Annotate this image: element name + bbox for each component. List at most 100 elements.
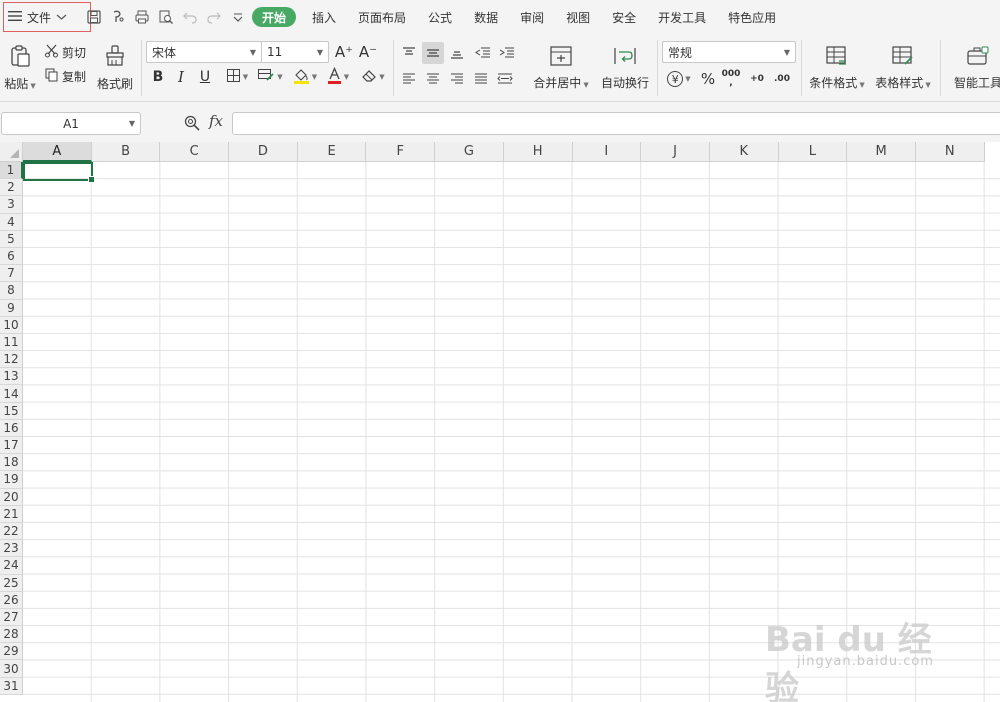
- row-header[interactable]: 16: [0, 419, 23, 437]
- row-header[interactable]: 5: [0, 230, 23, 248]
- conditional-format-button[interactable]: 条件格式 ▼: [806, 42, 868, 94]
- row-header[interactable]: 23: [0, 540, 23, 558]
- bold-button[interactable]: B: [147, 66, 169, 88]
- increase-decimal-button[interactable]: +0: [746, 68, 768, 90]
- row-header[interactable]: 17: [0, 437, 23, 455]
- row-header[interactable]: 15: [0, 402, 23, 420]
- align-top-button[interactable]: [398, 42, 420, 64]
- tab-home[interactable]: 开始: [252, 7, 297, 27]
- row-header[interactable]: 3: [0, 196, 23, 214]
- tab-review[interactable]: 审阅: [509, 0, 555, 34]
- borders-button[interactable]: ▼: [222, 66, 252, 88]
- save-icon[interactable]: [82, 5, 106, 29]
- row-header[interactable]: 25: [0, 574, 23, 592]
- row-header[interactable]: 13: [0, 368, 23, 386]
- row-header[interactable]: 11: [0, 333, 23, 352]
- row-header[interactable]: 2: [0, 179, 23, 197]
- row-header[interactable]: 27: [0, 608, 23, 627]
- tab-insert[interactable]: 插入: [301, 0, 347, 34]
- name-box[interactable]: A1 ▼: [1, 112, 141, 135]
- column-header-f[interactable]: F: [366, 142, 436, 162]
- row-header[interactable]: 30: [0, 660, 23, 678]
- row-header[interactable]: 1: [0, 162, 23, 180]
- row-header[interactable]: 29: [0, 643, 23, 661]
- font-name-select[interactable]: 宋体 ▼: [146, 41, 262, 63]
- formula-input[interactable]: [232, 112, 1000, 135]
- tab-developer[interactable]: 开发工具: [647, 0, 717, 34]
- column-header-m[interactable]: M: [847, 142, 916, 162]
- tab-data[interactable]: 数据: [463, 0, 509, 34]
- font-color-button[interactable]: ▼: [323, 66, 353, 88]
- fill-color-button[interactable]: ▼: [290, 66, 320, 88]
- increase-font-size-button[interactable]: A⁺: [333, 41, 355, 63]
- row-header[interactable]: 18: [0, 454, 23, 472]
- column-header-e[interactable]: E: [297, 142, 367, 162]
- column-header-b[interactable]: B: [91, 142, 161, 162]
- row-header[interactable]: 7: [0, 265, 23, 283]
- italic-button[interactable]: I: [170, 66, 192, 88]
- tab-security[interactable]: 安全: [601, 0, 647, 34]
- row-header[interactable]: 19: [0, 471, 23, 489]
- column-header-c[interactable]: C: [160, 142, 230, 162]
- copy-button[interactable]: 复制: [44, 66, 86, 86]
- row-header[interactable]: 8: [0, 282, 23, 300]
- row-header[interactable]: 26: [0, 591, 23, 609]
- row-header[interactable]: 12: [0, 351, 23, 369]
- row-header[interactable]: 20: [0, 488, 23, 506]
- row-header[interactable]: 31: [0, 677, 23, 695]
- decrease-decimal-button[interactable]: .00: [771, 68, 793, 90]
- row-header[interactable]: 28: [0, 626, 23, 644]
- column-header-n[interactable]: N: [915, 142, 985, 162]
- insert-function-button[interactable]: fx: [209, 112, 223, 130]
- column-header-j[interactable]: J: [641, 142, 710, 162]
- file-menu-button[interactable]: 文件: [3, 2, 91, 32]
- distributed-align-button[interactable]: [494, 68, 516, 90]
- tab-formulas[interactable]: 公式: [417, 0, 463, 34]
- tab-special-apps[interactable]: 特色应用: [717, 0, 787, 34]
- row-header[interactable]: 10: [0, 316, 23, 334]
- thousands-separator-button[interactable]: 000,: [720, 68, 742, 90]
- wrap-text-button[interactable]: 自动换行: [598, 42, 652, 94]
- row-header[interactable]: 24: [0, 557, 23, 575]
- merge-center-button[interactable]: 合并居中 ▼: [530, 42, 592, 94]
- paste-button[interactable]: 粘贴 ▼: [2, 40, 38, 96]
- row-header[interactable]: 9: [0, 299, 23, 317]
- select-all-corner[interactable]: [0, 142, 23, 162]
- column-header-a[interactable]: A: [23, 142, 92, 162]
- clear-button[interactable]: ▼: [358, 66, 388, 88]
- currency-format-button[interactable]: ¥ ▼: [664, 68, 694, 90]
- undo-icon[interactable]: [178, 5, 202, 29]
- align-bottom-button[interactable]: [446, 42, 468, 64]
- underline-button[interactable]: U: [194, 66, 216, 88]
- smart-toolbox-button[interactable]: 智能工具箱: [946, 42, 1000, 94]
- percent-format-button[interactable]: %: [697, 68, 719, 90]
- cut-button[interactable]: 剪切: [44, 42, 86, 62]
- row-header[interactable]: 22: [0, 522, 23, 541]
- column-header-i[interactable]: I: [572, 142, 642, 162]
- tab-page-layout[interactable]: 页面布局: [347, 0, 417, 34]
- row-header[interactable]: 4: [0, 213, 23, 231]
- column-header-k[interactable]: K: [709, 142, 779, 162]
- decrease-indent-button[interactable]: [472, 42, 494, 64]
- format-painter-mini-icon[interactable]: [106, 5, 130, 29]
- cell-area[interactable]: [23, 162, 1000, 702]
- print-preview-icon[interactable]: [154, 5, 178, 29]
- customize-dropdown-icon[interactable]: [226, 5, 250, 29]
- font-size-select[interactable]: 11 ▼: [261, 41, 329, 63]
- row-header[interactable]: 14: [0, 385, 23, 403]
- column-header-h[interactable]: H: [503, 142, 573, 162]
- redo-icon[interactable]: [202, 5, 226, 29]
- table-style-button[interactable]: 表格样式 ▼: [872, 42, 934, 94]
- print-icon[interactable]: [130, 5, 154, 29]
- column-header-l[interactable]: L: [778, 142, 848, 162]
- number-format-select[interactable]: 常规 ▼: [662, 41, 796, 63]
- tab-view[interactable]: 视图: [555, 0, 601, 34]
- find-function-icon[interactable]: [183, 114, 201, 132]
- row-header[interactable]: 6: [0, 247, 23, 266]
- active-cell-a1[interactable]: [23, 162, 95, 182]
- justify-button[interactable]: [470, 68, 492, 90]
- decrease-font-size-button[interactable]: A⁻: [357, 41, 379, 63]
- align-middle-button[interactable]: [422, 42, 444, 64]
- align-left-button[interactable]: [398, 68, 420, 90]
- align-center-button[interactable]: [422, 68, 444, 90]
